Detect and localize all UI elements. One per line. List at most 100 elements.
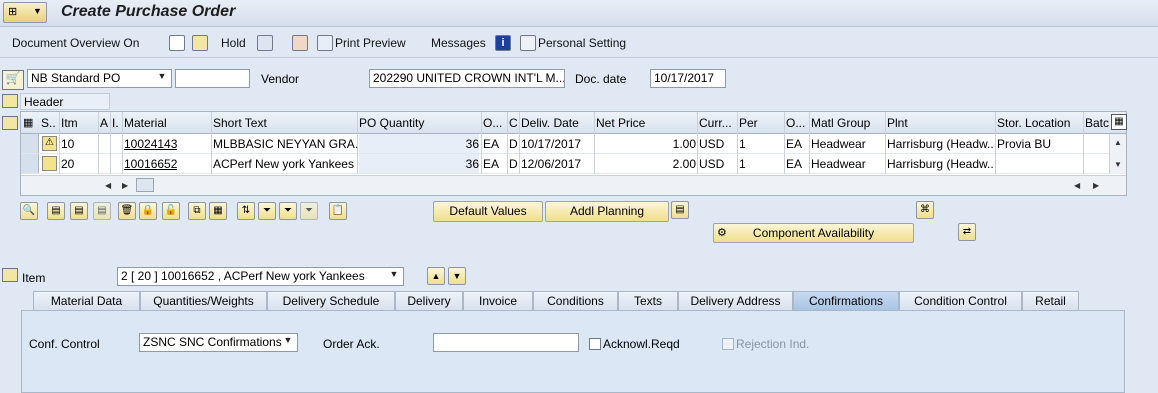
tab-invoice[interactable]: Invoice xyxy=(463,291,533,310)
transfer-icon[interactable]: ⇄ xyxy=(958,223,976,241)
scroll-down-icon[interactable]: ▼ xyxy=(1114,160,1122,169)
column-header[interactable]: Curr... xyxy=(699,116,735,130)
new-document-icon[interactable] xyxy=(169,35,185,51)
column-header[interactable]: A xyxy=(100,116,110,130)
personal-setting-icon[interactable] xyxy=(520,35,536,51)
tab-quantities-weights[interactable]: Quantities/Weights xyxy=(140,291,267,310)
print-preview-icon[interactable] xyxy=(317,35,333,51)
shopping-cart-icon[interactable]: 🛒 xyxy=(2,70,24,90)
column-header[interactable]: Matl Group xyxy=(811,116,881,130)
order-ack-field[interactable] xyxy=(433,333,579,352)
column-header[interactable]: S.. xyxy=(41,116,57,130)
default-values-button[interactable]: Default Values xyxy=(433,201,543,222)
set-filter-icon[interactable]: ⏷ xyxy=(279,202,297,220)
storage-location[interactable]: Provia BU xyxy=(997,137,1082,151)
tab-confirmations[interactable]: Confirmations xyxy=(793,291,899,310)
other-document-icon[interactable] xyxy=(192,35,208,51)
material-link[interactable]: 10016652 xyxy=(124,157,177,171)
system-menu-button[interactable]: ⊞ ▼ xyxy=(3,2,47,23)
grid-settings-icon[interactable]: ▦ xyxy=(23,116,33,129)
check-icon[interactable] xyxy=(257,35,273,51)
vendor-field[interactable]: 202290 UNITED CROWN INT'L M... xyxy=(369,69,565,88)
document-overview-button[interactable]: Document Overview On xyxy=(12,36,139,50)
column-header[interactable]: O... xyxy=(483,116,505,130)
item-dropdown[interactable]: 2 [ 20 ] 10016652 , ACPerf New york Yank… xyxy=(117,267,404,286)
column-header[interactable]: I. xyxy=(112,116,122,130)
scroll-right-icon[interactable]: ▶ xyxy=(122,181,128,190)
row-selector[interactable] xyxy=(21,134,39,153)
next-item-button[interactable]: ▼ xyxy=(448,267,466,285)
column-header[interactable]: PO Quantity xyxy=(359,116,479,130)
column-header[interactable]: Material xyxy=(124,116,209,130)
display-change-icon[interactable] xyxy=(292,35,308,51)
delete-filter-icon[interactable]: ⏷ xyxy=(300,202,318,220)
print-preview-button[interactable]: Print Preview xyxy=(335,36,406,50)
details-icon[interactable]: 🔍 xyxy=(20,202,38,220)
column-header[interactable]: O... xyxy=(786,116,808,130)
acknowl-reqd-checkbox[interactable] xyxy=(589,338,601,350)
table-row[interactable]: 20 10016652 ACPerf New york Yankees 36 E… xyxy=(21,154,1126,174)
table-config-icon[interactable]: ▦ xyxy=(209,202,227,220)
horizontal-scrollbar[interactable]: ◀ ▶ ◀ ▶ xyxy=(21,175,1126,195)
scroll-left-icon[interactable]: ◀ xyxy=(1074,181,1080,190)
tab-delivery-schedule[interactable]: Delivery Schedule xyxy=(267,291,395,310)
vertical-scrollbar[interactable]: ▲ ▼ xyxy=(1109,134,1126,174)
tab-texts[interactable]: Texts xyxy=(618,291,678,310)
column-header[interactable]: Stor. Location xyxy=(997,116,1079,130)
expand-header-icon[interactable] xyxy=(2,94,18,108)
scroll-thumb[interactable] xyxy=(136,178,154,192)
net-price[interactable]: 2.00 xyxy=(596,157,696,171)
column-header[interactable]: Short Text xyxy=(213,116,353,130)
delivery-date[interactable]: 10/17/2017 xyxy=(521,137,581,151)
tab-condition-control[interactable]: Condition Control xyxy=(899,291,1022,310)
column-header[interactable]: Per xyxy=(739,116,779,130)
po-quantity[interactable]: 36 xyxy=(359,154,479,173)
column-header[interactable]: Net Price xyxy=(596,116,696,130)
collapse-item-detail-icon[interactable] xyxy=(2,268,18,282)
po-type-dropdown[interactable]: NB Standard PO ▼ xyxy=(27,69,172,88)
material-link[interactable]: 10024143 xyxy=(124,137,177,151)
column-header[interactable]: Batc xyxy=(1085,116,1109,130)
tab-delivery[interactable]: Delivery xyxy=(395,291,463,310)
net-price[interactable]: 1.00 xyxy=(596,137,696,151)
component-availability-button[interactable]: ⚙ Component Availability xyxy=(713,223,914,243)
select-all-icon[interactable]: ▤ xyxy=(47,202,65,220)
po-quantity[interactable]: 36 xyxy=(359,134,479,153)
scroll-up-icon[interactable]: ▲ xyxy=(1114,138,1122,147)
table-row[interactable]: ⚠ 10 10024143 MLBBASIC NEYYAN GRA... 36 … xyxy=(21,134,1126,154)
lock-icon[interactable]: 🔒 xyxy=(139,202,157,220)
addl-planning-button[interactable]: Addl Planning xyxy=(545,201,669,222)
column-layout-icon[interactable]: ▦ xyxy=(1111,114,1127,130)
po-number-field[interactable] xyxy=(175,69,250,88)
copy-icon[interactable]: ⧉ xyxy=(188,202,206,220)
delete-icon[interactable]: 🗑 xyxy=(118,202,136,220)
network-icon[interactable]: ⌘ xyxy=(916,201,934,219)
deselect-all-icon[interactable]: ▤ xyxy=(70,202,88,220)
tab-retail[interactable]: Retail xyxy=(1022,291,1079,310)
personal-setting-button[interactable]: Personal Setting xyxy=(538,36,626,50)
info-icon[interactable]: i xyxy=(495,35,511,51)
tab-material-data[interactable]: Material Data xyxy=(33,291,140,310)
tab-delivery-address[interactable]: Delivery Address xyxy=(678,291,793,310)
filter-icon[interactable]: ⏷ xyxy=(258,202,276,220)
previous-item-button[interactable]: ▲ xyxy=(427,267,445,285)
messages-button[interactable]: Messages xyxy=(431,36,486,50)
column-header[interactable]: Itm xyxy=(61,116,97,130)
planning-icon[interactable]: ▤ xyxy=(671,201,689,219)
header-section-toggle[interactable]: Header xyxy=(20,93,110,110)
copy-row-icon[interactable]: ▤ xyxy=(93,202,111,220)
scroll-right-icon[interactable]: ▶ xyxy=(1093,181,1099,190)
delivery-date[interactable]: 12/06/2017 xyxy=(521,157,581,171)
hold-button[interactable]: Hold xyxy=(221,36,246,50)
scroll-left-icon[interactable]: ◀ xyxy=(105,181,111,190)
unlock-icon[interactable]: 🔓 xyxy=(162,202,180,220)
row-selector[interactable] xyxy=(21,154,39,173)
doc-date-field[interactable]: 10/17/2017 xyxy=(650,69,726,88)
tab-conditions[interactable]: Conditions xyxy=(533,291,618,310)
conf-control-dropdown[interactable]: ZSNC SNC Confirmations ▼ xyxy=(139,333,298,352)
clipboard-icon[interactable]: 📋 xyxy=(329,202,347,220)
column-header[interactable]: C xyxy=(509,116,519,130)
column-header[interactable]: Deliv. Date xyxy=(521,116,593,130)
column-header[interactable]: Plnt xyxy=(887,116,991,130)
sort-icon[interactable]: ⇅ xyxy=(237,202,255,220)
